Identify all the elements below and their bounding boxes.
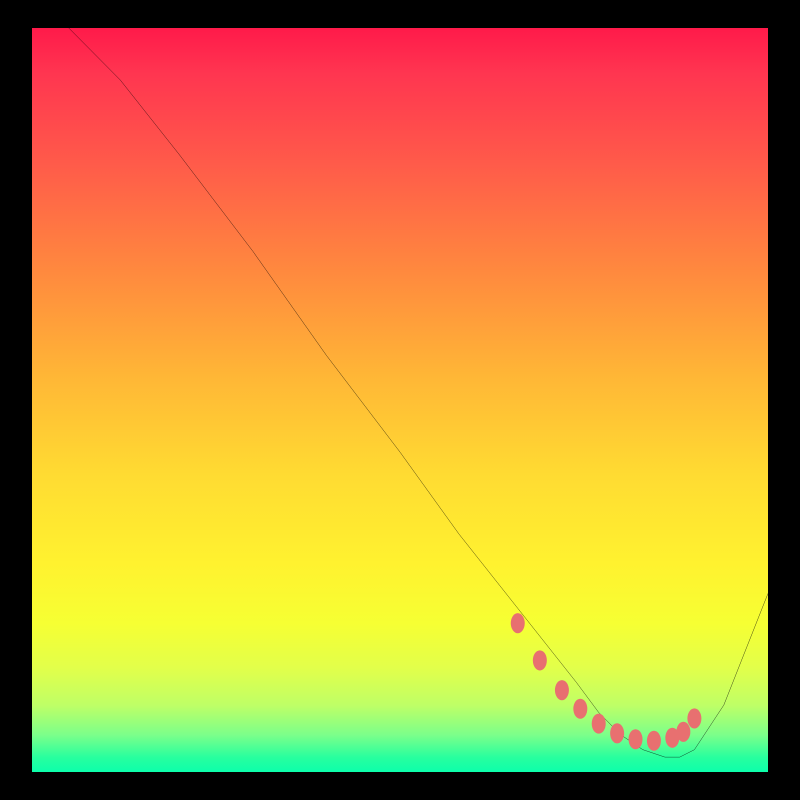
chart-frame <box>0 0 800 800</box>
bead-marker <box>647 731 661 751</box>
bead-marker <box>610 723 624 743</box>
chart-background-gradient <box>32 28 768 772</box>
bead-marker <box>555 680 569 700</box>
bead-marker <box>687 708 701 728</box>
bead-marker <box>533 650 547 670</box>
bead-marker <box>511 613 525 633</box>
bead-group <box>511 613 702 751</box>
chart-svg <box>32 28 768 772</box>
bead-marker <box>676 722 690 742</box>
bead-marker <box>629 729 643 749</box>
bead-marker <box>573 699 587 719</box>
curve-path <box>69 28 768 757</box>
bead-marker <box>592 714 606 734</box>
